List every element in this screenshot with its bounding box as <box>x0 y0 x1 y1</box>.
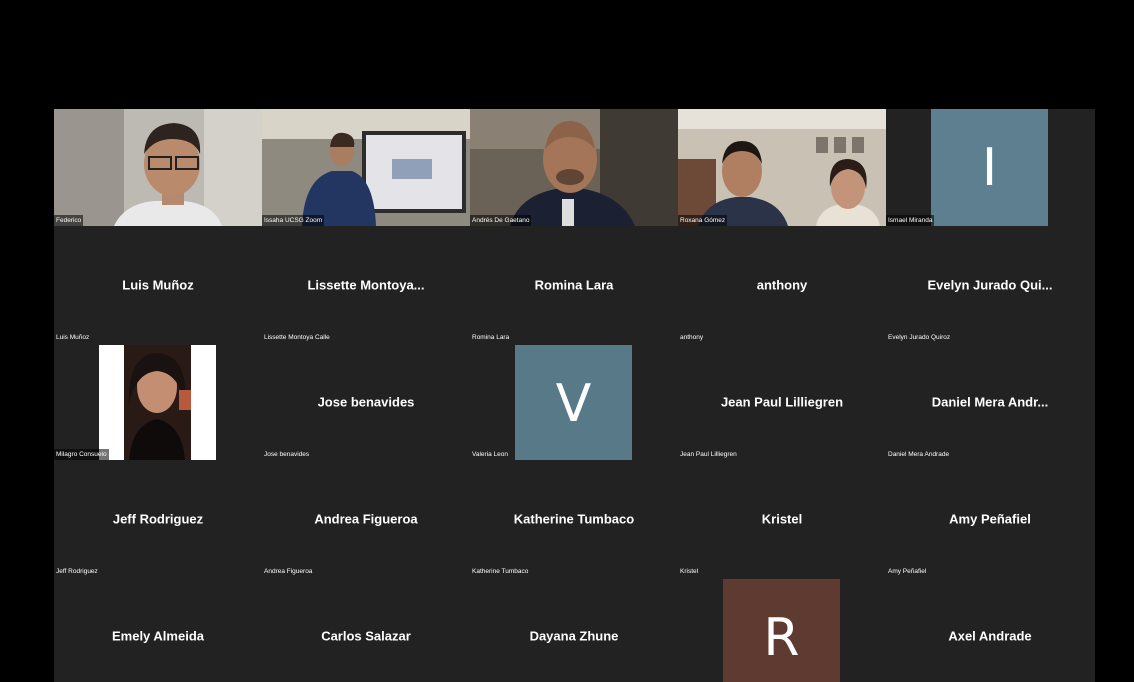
participant-tile[interactable]: Andrea Figueroa Andrea Figueroa <box>262 460 470 577</box>
participant-video <box>54 109 262 226</box>
participant-tile[interactable]: Amy Peñafiel Amy Peñafiel <box>886 460 1094 577</box>
participant-tile[interactable]: Katherine Tumbaco Katherine Tumbaco <box>470 460 678 577</box>
participant-name-label: Andrea Figueroa <box>264 568 313 575</box>
participant-tile[interactable]: Romina Lara Romina Lara <box>470 226 678 343</box>
participant-gallery: Federico Issaha UCSG Zoom Andrés De Gaet… <box>54 109 1095 682</box>
participant-tile[interactable]: Daniel Mera Andr... Daniel Mera Andrade <box>886 343 1094 460</box>
participant-display-name: Jose benavides <box>317 394 415 409</box>
participant-tile-ismael[interactable]: I Ismael Miranda <box>886 109 1094 226</box>
participant-display-name: Katherine Tumbaco <box>513 511 635 526</box>
participant-display-name: Jean Paul Lilliegren <box>720 394 844 409</box>
participant-name-label: Roxana Gómez <box>678 215 728 226</box>
participant-name-label: Lissette Montoya Calle <box>264 334 330 341</box>
participant-tile-roxana[interactable]: Roxana Gómez <box>678 109 886 226</box>
participant-name-label: Milagro Consuelo <box>54 449 109 460</box>
participant-video <box>470 109 678 226</box>
participant-display-name: anthony <box>756 277 808 292</box>
participant-name-label: Issaha UCSG Zoom <box>262 215 325 226</box>
participant-video <box>678 109 886 226</box>
participant-display-name: Kristel <box>761 511 803 526</box>
participant-display-name: Axel Andrade <box>948 628 1032 643</box>
participant-name-label: Jean Paul Lilliegren <box>680 451 737 458</box>
participant-tile[interactable]: Jose benavides Jose benavides <box>262 343 470 460</box>
participant-tile-issaha[interactable]: Issaha UCSG Zoom <box>262 109 470 226</box>
participant-name-label: Romina Lara <box>472 334 510 341</box>
participant-name-label: Jose benavides <box>264 451 310 458</box>
participant-name-label: Ismael Miranda <box>886 215 935 226</box>
participant-display-name: Evelyn Jurado Qui... <box>927 277 1053 292</box>
participant-display-name: Romina Lara <box>534 277 614 292</box>
participant-name-label: Federico <box>54 215 84 226</box>
participant-tile[interactable]: Kristel Kristel <box>678 460 886 577</box>
participant-name-label: Katherine Tumbaco <box>472 568 529 575</box>
participant-tile[interactable]: Lissette Montoya... Lissette Montoya Cal… <box>262 226 470 343</box>
participant-tile[interactable]: anthony anthony <box>678 226 886 343</box>
participant-tile-andres[interactable]: Andrés De Gaetano <box>470 109 678 226</box>
video-window: Federico Issaha UCSG Zoom Andrés De Gaet… <box>5 5 1132 682</box>
participant-video <box>262 109 470 226</box>
participant-tile[interactable]: Axel Andrade <box>886 577 1094 682</box>
participant-tile[interactable]: Evelyn Jurado Qui... Evelyn Jurado Quiro… <box>886 226 1094 343</box>
participant-display-name: Emely Almeida <box>111 628 204 643</box>
participant-display-name: Dayana Zhune <box>529 628 619 643</box>
participant-display-name: Jeff Rodriguez <box>112 511 204 526</box>
participant-name-label: Andrés De Gaetano <box>470 215 532 226</box>
participant-name-label: Luis Muñoz <box>56 334 90 341</box>
participant-tile-r[interactable]: R <box>678 577 886 682</box>
participant-tile[interactable]: Jean Paul Lilliegren Jean Paul Lilliegre… <box>678 343 886 460</box>
participant-name-label: Amy Peñafiel <box>888 568 927 575</box>
participant-display-name: Amy Peñafiel <box>949 511 1031 526</box>
participant-name-label: Valeria Leon <box>472 451 509 458</box>
avatar: R <box>723 579 840 682</box>
participant-tile-valeria[interactable]: V Valeria Leon <box>470 343 678 460</box>
participant-tile[interactable]: Emely Almeida <box>54 577 262 682</box>
avatar: I <box>931 109 1048 226</box>
participant-display-name: Lissette Montoya... <box>307 277 425 292</box>
participant-tile-milagro[interactable]: Milagro Consuelo <box>54 343 262 460</box>
participant-name-label: Daniel Mera Andrade <box>888 451 950 458</box>
participant-tile[interactable]: Carlos Salazar <box>262 577 470 682</box>
participant-video <box>99 345 216 460</box>
participant-name-label: Jeff Rodriguez <box>56 568 98 575</box>
participant-display-name: Carlos Salazar <box>321 628 411 643</box>
participant-name-label: anthony <box>680 334 704 341</box>
participant-tile[interactable]: Luis Muñoz Luis Muñoz <box>54 226 262 343</box>
participant-name-label: Kristel <box>680 568 699 575</box>
participant-display-name: Daniel Mera Andr... <box>931 394 1049 409</box>
participant-tile[interactable]: Dayana Zhune <box>470 577 678 682</box>
avatar: V <box>515 345 632 460</box>
participant-display-name: Andrea Figueroa <box>314 511 418 526</box>
participant-name-label: Evelyn Jurado Quiroz <box>888 334 951 341</box>
participant-tile-federico[interactable]: Federico <box>54 109 262 226</box>
participant-tile[interactable]: Jeff Rodriguez Jeff Rodriguez <box>54 460 262 577</box>
participant-display-name: Luis Muñoz <box>122 277 194 292</box>
